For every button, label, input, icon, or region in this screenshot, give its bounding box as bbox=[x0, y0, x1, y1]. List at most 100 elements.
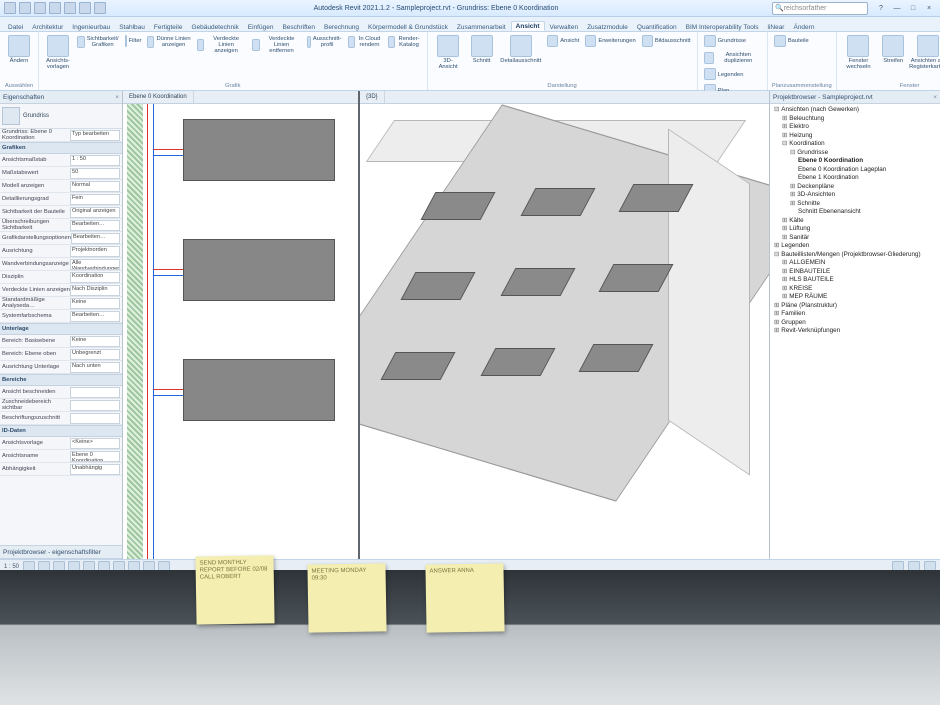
qat-btn[interactable] bbox=[94, 2, 106, 14]
ribbon-tab[interactable]: liNear bbox=[764, 23, 789, 31]
tree-twisty-icon[interactable]: ⊞ bbox=[782, 234, 787, 241]
ribbon-tab[interactable]: Berechnung bbox=[320, 23, 363, 31]
tree-twisty-icon[interactable]: ⊟ bbox=[782, 140, 787, 147]
tree-node[interactable]: ⊞Lüftung bbox=[774, 225, 938, 234]
tree-node[interactable]: ⊞Sanitär bbox=[774, 234, 938, 243]
ribbon-tab[interactable]: Zusammenarbeit bbox=[453, 23, 510, 31]
ribbon-button[interactable]: Streifen bbox=[878, 34, 908, 65]
property-value[interactable]: Original anzeigen bbox=[70, 207, 120, 218]
tree-twisty-icon[interactable]: ⊞ bbox=[782, 123, 787, 130]
tree-node[interactable]: ⊞Deckenpläne bbox=[774, 183, 938, 192]
tree-node[interactable]: ⊞KREISE bbox=[774, 285, 938, 294]
tree-node[interactable]: ⊞Gruppen bbox=[774, 319, 938, 328]
3d-canvas[interactable] bbox=[360, 104, 769, 559]
ribbon-button[interactable]: Bildausschnitt bbox=[640, 34, 693, 48]
edit-type-button[interactable]: Typ bearbeiten bbox=[70, 130, 120, 141]
ribbon-tab[interactable]: Körpermodell & Grundstück bbox=[364, 23, 452, 31]
property-value[interactable] bbox=[70, 413, 120, 424]
ribbon-tab[interactable]: Datei bbox=[4, 23, 27, 31]
tree-twisty-icon[interactable]: ⊞ bbox=[782, 276, 787, 283]
tree-node[interactable]: ⊞Schnitte bbox=[774, 200, 938, 209]
tree-twisty-icon[interactable]: ⊟ bbox=[790, 149, 795, 156]
tree-node[interactable]: Ebene 1 Koordination bbox=[774, 174, 938, 183]
ribbon-button[interactable]: Legenden bbox=[702, 67, 746, 81]
tree-node[interactable]: ⊞Heizung bbox=[774, 132, 938, 141]
property-value[interactable]: Keine bbox=[70, 298, 120, 309]
ribbon-button[interactable]: Render-Katalog bbox=[386, 34, 423, 49]
property-value[interactable]: Ebene 0 Koordination bbox=[70, 451, 120, 462]
qat-btn[interactable] bbox=[34, 2, 46, 14]
tree-twisty-icon[interactable]: ⊞ bbox=[782, 132, 787, 139]
close-button[interactable]: × bbox=[922, 2, 936, 14]
view-tab[interactable]: Ebene 0 Koordination bbox=[123, 91, 194, 103]
tree-node[interactable]: ⊟Bauteillisten/Mengen (Projektbrowser-Gl… bbox=[774, 251, 938, 260]
tree-node[interactable]: ⊞Kälte bbox=[774, 217, 938, 226]
ribbon-button[interactable]: Grundrisse bbox=[702, 34, 748, 48]
ribbon-button[interactable]: Detailausschnitt bbox=[499, 34, 543, 65]
property-value[interactable]: 1 : 50 bbox=[70, 155, 120, 166]
property-value[interactable] bbox=[70, 387, 120, 398]
ribbon-tab[interactable]: Fertigteile bbox=[150, 23, 187, 31]
property-group-header[interactable]: ID-Daten bbox=[0, 425, 122, 437]
property-value[interactable]: Koordination bbox=[70, 272, 120, 283]
ribbon-tab[interactable]: Ingenieurbau bbox=[68, 23, 114, 31]
ribbon-tab[interactable]: Ändern bbox=[789, 23, 818, 31]
property-value[interactable]: Nach unten bbox=[70, 362, 120, 373]
tree-twisty-icon[interactable]: ⊞ bbox=[782, 293, 787, 300]
ribbon-button[interactable]: Ansichten als Registerkarten bbox=[910, 34, 940, 71]
tree-twisty-icon[interactable]: ⊞ bbox=[774, 327, 779, 334]
tree-twisty-icon[interactable]: ⊞ bbox=[782, 268, 787, 275]
view-tab[interactable]: {3D} bbox=[360, 91, 385, 103]
ribbon-button[interactable]: Filter bbox=[123, 34, 143, 48]
property-group-header[interactable]: Bereiche bbox=[0, 374, 122, 386]
tree-node[interactable]: ⊞3D-Ansichten bbox=[774, 191, 938, 200]
ribbon-button[interactable]: Ändern bbox=[4, 34, 34, 65]
ribbon-button[interactable]: Ansichts- vorlagen bbox=[43, 34, 73, 71]
property-value[interactable]: Nach Disziplin bbox=[70, 285, 120, 296]
property-value[interactable]: Bearbeiten… bbox=[70, 220, 120, 231]
minimize-button[interactable]: — bbox=[890, 2, 904, 14]
ribbon-tab[interactable]: Ansicht bbox=[511, 21, 545, 31]
property-value[interactable]: Projektnorden bbox=[70, 246, 120, 257]
tree-node[interactable]: ⊞HLS BAUTEILE bbox=[774, 276, 938, 285]
ribbon-tab[interactable]: Quantification bbox=[633, 23, 681, 31]
tree-twisty-icon[interactable]: ⊞ bbox=[782, 259, 787, 266]
plan-canvas[interactable] bbox=[123, 104, 358, 559]
ribbon-button[interactable]: In Cloud rendern bbox=[346, 34, 384, 49]
tree-twisty-icon[interactable]: ⊟ bbox=[774, 106, 779, 113]
qat-btn[interactable] bbox=[79, 2, 91, 14]
ribbon-button[interactable]: Dünne Linien anzeigen bbox=[145, 34, 193, 49]
tree-twisty-icon[interactable]: ⊞ bbox=[782, 285, 787, 292]
ribbon-tab[interactable]: Verwalten bbox=[546, 23, 583, 31]
tree-twisty-icon[interactable]: ⊞ bbox=[774, 242, 779, 249]
ribbon-tab[interactable]: Stahlbau bbox=[115, 23, 149, 31]
property-value[interactable]: Fein bbox=[70, 194, 120, 205]
help-button[interactable]: ? bbox=[874, 2, 888, 14]
property-value[interactable]: <Keine> bbox=[70, 438, 120, 449]
ribbon-button[interactable]: Ansichten duplizieren bbox=[702, 50, 763, 65]
ribbon-tab[interactable]: Einfügen bbox=[244, 23, 278, 31]
property-value[interactable]: 50 bbox=[70, 168, 120, 179]
ribbon-button[interactable]: Schnitt bbox=[467, 34, 497, 65]
close-icon[interactable]: × bbox=[933, 94, 937, 101]
ribbon-button[interactable]: Verdeckte Linien anzeigen bbox=[195, 34, 248, 55]
tree-node[interactable]: ⊞Legenden bbox=[774, 242, 938, 251]
property-value[interactable]: Unbegrenzt bbox=[70, 349, 120, 360]
tree-node[interactable]: ⊞EINBAUTEILE bbox=[774, 268, 938, 277]
close-icon[interactable]: × bbox=[115, 94, 119, 101]
property-group-header[interactable]: Grafiken bbox=[0, 142, 122, 154]
tree-node[interactable]: ⊟Koordination bbox=[774, 140, 938, 149]
tree-node[interactable]: ⊞Familien bbox=[774, 310, 938, 319]
tree-twisty-icon[interactable]: ⊞ bbox=[782, 115, 787, 122]
tree-twisty-icon[interactable]: ⊞ bbox=[782, 225, 787, 232]
maximize-button[interactable]: □ bbox=[906, 2, 920, 14]
ribbon-tab[interactable]: Beschriften bbox=[278, 23, 319, 31]
ribbon-button[interactable]: Sichtbarkeit/ Grafiken bbox=[75, 34, 121, 49]
tree-node[interactable]: ⊞MEP RÄUME bbox=[774, 293, 938, 302]
qat-btn[interactable] bbox=[64, 2, 76, 14]
ribbon-tab[interactable]: Gebäudetechnik bbox=[187, 23, 242, 31]
ribbon-button[interactable]: Fenster wechseln bbox=[841, 34, 876, 71]
ribbon-button[interactable]: 3D- Ansicht bbox=[432, 34, 465, 71]
tree-node[interactable]: ⊟Grundrisse bbox=[774, 149, 938, 158]
ribbon-tab[interactable]: Architektur bbox=[28, 23, 67, 31]
